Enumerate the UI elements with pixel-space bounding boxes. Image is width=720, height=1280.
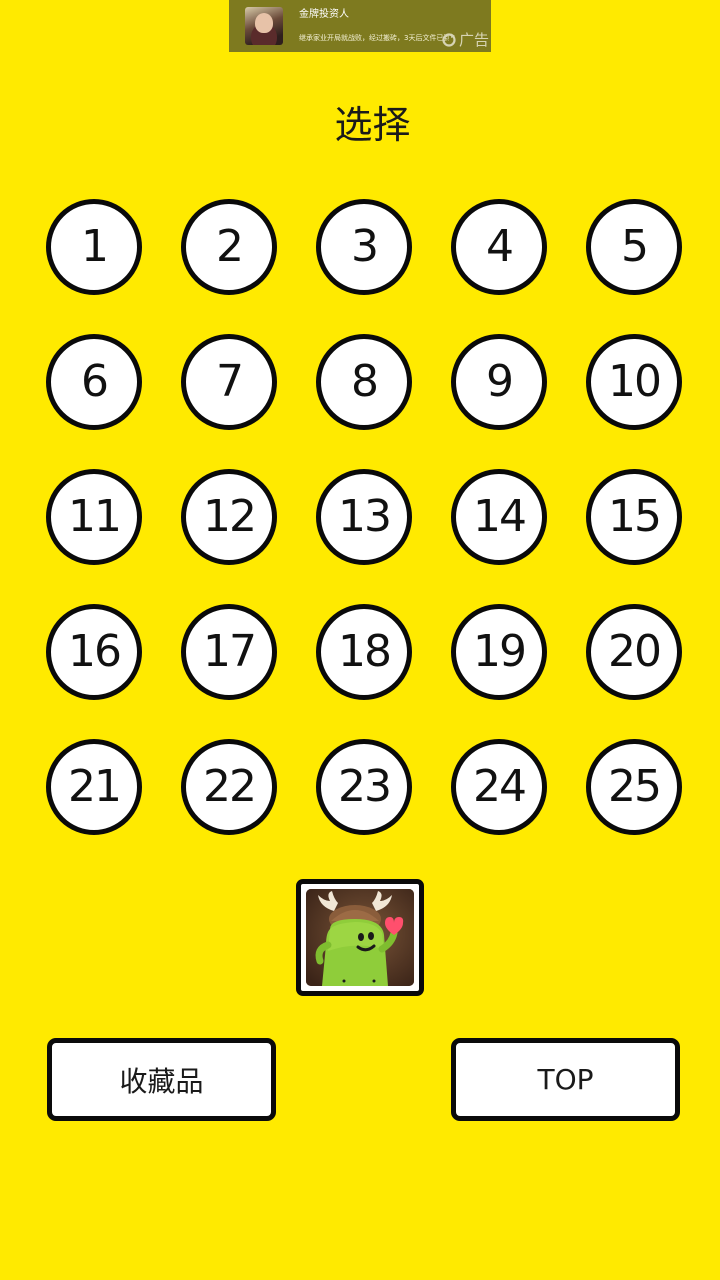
ad-thumbnail[interactable] [245,7,283,45]
level-button[interactable]: 9 [451,334,547,430]
level-button[interactable]: 10 [586,334,682,430]
level-button[interactable]: 4 [451,199,547,295]
level-number: 13 [338,491,392,542]
level-button[interactable]: 21 [46,739,142,835]
level-button[interactable]: 18 [316,604,412,700]
level-button[interactable]: 19 [451,604,547,700]
level-number: 8 [351,356,379,407]
level-button[interactable]: 6 [46,334,142,430]
level-number: 22 [203,761,257,812]
level-number: 15 [608,491,662,542]
level-button[interactable]: 12 [181,469,277,565]
level-button[interactable]: 1 [46,199,142,295]
level-button[interactable]: 25 [586,739,682,835]
level-button[interactable]: 11 [46,469,142,565]
level-number: 25 [608,761,662,812]
level-number: 18 [338,626,392,677]
level-number: 12 [203,491,257,542]
level-number: 1 [81,221,109,272]
level-button[interactable]: 7 [181,334,277,430]
level-number: 17 [203,626,257,677]
level-button[interactable]: 23 [316,739,412,835]
level-button[interactable]: 14 [451,469,547,565]
top-button[interactable]: TOP [451,1038,680,1121]
level-button[interactable]: 15 [586,469,682,565]
level-button[interactable]: 16 [46,604,142,700]
character-card[interactable] [296,879,424,996]
level-button[interactable]: 3 [316,199,412,295]
level-number: 7 [216,356,244,407]
level-number: 24 [473,761,527,812]
level-number: 19 [473,626,527,677]
ad-title: 金牌投资人 [299,9,349,20]
ad-label-text: 广告 [458,31,489,49]
ad-label[interactable]: 广告 [441,31,489,49]
level-number: 21 [68,761,122,812]
ad-banner[interactable]: 金牌投资人 继承家业开局就战败，经过搬砖，3天后文件已到，挑 广告 [229,0,491,52]
level-button[interactable]: 8 [316,334,412,430]
ad-refresh-icon [442,33,456,47]
level-number: 11 [68,491,122,542]
level-button[interactable]: 5 [586,199,682,295]
ad-description: 继承家业开局就战败，经过搬砖，3天后文件已到，挑 [299,34,449,42]
level-number: 2 [216,221,244,272]
level-button[interactable]: 13 [316,469,412,565]
collection-button[interactable]: 收藏品 [47,1038,276,1121]
level-number: 6 [81,356,109,407]
level-number: 3 [351,221,379,272]
page-title: 选择 [334,103,411,147]
level-button[interactable]: 17 [181,604,277,700]
level-number: 5 [621,221,649,272]
level-grid: 1 2 3 4 5 6 7 8 9 10 11 12 13 14 15 16 17 18 19 20 21 22 23 24 2… [46,199,682,835]
character-icon [306,889,414,986]
level-button[interactable]: 20 [586,604,682,700]
level-number: 16 [68,626,122,677]
level-button[interactable]: 24 [451,739,547,835]
level-number: 9 [486,356,514,407]
level-number: 14 [473,491,527,542]
level-number: 10 [608,356,662,407]
level-number: 20 [608,626,662,677]
level-button[interactable]: 22 [181,739,277,835]
level-button[interactable]: 2 [181,199,277,295]
level-number: 23 [338,761,392,812]
level-number: 4 [486,221,514,272]
